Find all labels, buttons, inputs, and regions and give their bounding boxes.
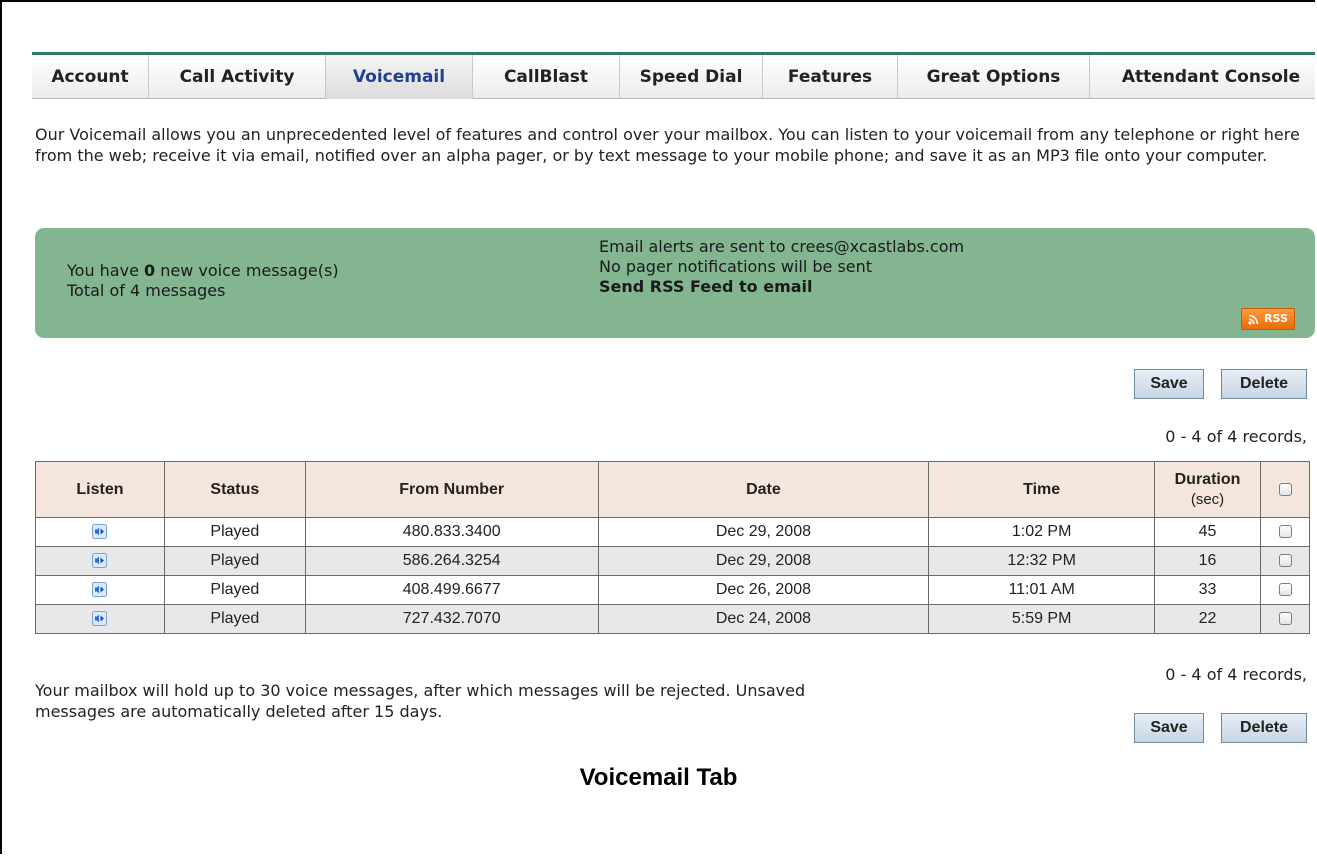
play-audio-icon[interactable] [92,611,108,627]
header-listen: Listen [35,461,165,518]
date-cell: Dec 26, 2008 [597,575,930,605]
total-messages: Total of 4 messages [67,281,226,300]
tab-features[interactable]: Features [763,55,898,99]
email-alert-text: Email alerts are sent to crees@xcastlabs… [599,237,965,256]
tab-callblast[interactable]: CallBlast [473,55,620,99]
new-message-prefix: You have [67,261,145,280]
row-checkbox[interactable] [1278,554,1292,568]
table-header-row: Listen Status From Number Date Time Dura… [35,461,1310,518]
rss-email-link[interactable]: Send RSS Feed to email [599,277,964,297]
message-counts: You have 0 new voice message(s) Total of… [67,261,339,301]
table-row: Played 586.264.3254 Dec 29, 2008 12:32 P… [35,546,1310,576]
date-cell: Dec 24, 2008 [597,604,930,634]
row-checkbox[interactable] [1278,525,1292,539]
new-message-line: You have 0 new voice message(s) [67,261,339,281]
select-cell [1260,546,1310,576]
row-checkbox[interactable] [1278,583,1292,597]
header-date: Date [597,461,930,518]
header-status: Status [163,461,306,518]
tab-attendant-console[interactable]: Attendant Console [1090,55,1315,99]
new-message-count: 0 [144,261,156,280]
rss-button[interactable]: RSS [1241,308,1295,330]
save-button-top[interactable]: Save [1134,369,1204,399]
delete-button-top[interactable]: Delete [1221,369,1307,399]
duration-cell: 22 [1154,604,1261,634]
from-number-cell: 586.264.3254 [304,546,599,576]
row-checkbox[interactable] [1278,612,1292,626]
records-count-top: 0 - 4 of 4 records, [1165,427,1307,446]
new-message-suffix: new voice message(s) [155,261,339,280]
from-number-cell: 480.833.3400 [304,517,599,547]
records-count-bottom: 0 - 4 of 4 records, [1165,665,1307,684]
header-time: Time [928,461,1156,518]
header-select-all [1260,461,1310,518]
header-from-number: From Number [304,461,599,518]
summary-panel: You have 0 new voice message(s) Total of… [35,228,1315,338]
listen-cell [35,575,165,605]
rss-icon [1248,314,1259,325]
status-cell: Played [163,575,306,605]
tab-bar: Account Call Activity Voicemail CallBlas… [32,52,1315,99]
header-duration: Duration (sec) [1154,461,1261,518]
duration-cell: 45 [1154,517,1261,547]
voicemail-table: Listen Status From Number Date Time Dura… [35,461,1310,634]
listen-cell [35,604,165,634]
table-row: Played 727.432.7070 Dec 24, 2008 5:59 PM… [35,604,1310,634]
from-number-cell: 727.432.7070 [304,604,599,634]
rss-badge-label: RSS [1264,312,1288,325]
status-cell: Played [163,604,306,634]
listen-cell [35,546,165,576]
listen-cell [35,517,165,547]
delete-button-bottom[interactable]: Delete [1221,713,1307,743]
table-row: Played 408.499.6677 Dec 26, 2008 11:01 A… [35,575,1310,605]
select-all-checkbox[interactable] [1278,482,1292,496]
header-duration-label: Duration [1174,470,1241,488]
duration-cell: 16 [1154,546,1261,576]
pager-text: No pager notifications will be sent [599,257,873,276]
time-cell: 11:01 AM [928,575,1156,605]
tab-voicemail[interactable]: Voicemail [326,55,473,99]
figure-caption: Voicemail Tab [579,764,738,791]
header-duration-unit: (sec) [1190,490,1225,508]
from-number-cell: 408.499.6677 [304,575,599,605]
select-cell [1260,517,1310,547]
date-cell: Dec 29, 2008 [597,517,930,547]
table-row: Played 480.833.3400 Dec 29, 2008 1:02 PM… [35,517,1310,547]
select-cell [1260,575,1310,605]
tab-great-options[interactable]: Great Options [898,55,1090,99]
time-cell: 1:02 PM [928,517,1156,547]
notification-settings: Email alerts are sent to crees@xcastlabs… [599,237,964,297]
time-cell: 12:32 PM [928,546,1156,576]
tab-list: Account Call Activity Voicemail CallBlas… [32,55,1315,99]
play-audio-icon[interactable] [92,582,108,598]
status-cell: Played [163,517,306,547]
tab-call-activity[interactable]: Call Activity [149,55,326,99]
tab-account[interactable]: Account [32,55,149,99]
intro-text: Our Voicemail allows you an unprecedente… [35,125,1300,165]
play-audio-icon[interactable] [92,553,108,569]
save-button-bottom[interactable]: Save [1134,713,1204,743]
date-cell: Dec 29, 2008 [597,546,930,576]
tab-speed-dial[interactable]: Speed Dial [620,55,763,99]
time-cell: 5:59 PM [928,604,1156,634]
play-audio-icon[interactable] [92,524,108,540]
page-frame: Account Call Activity Voicemail CallBlas… [0,0,1315,854]
mailbox-limit-note: Your mailbox will hold up to 30 voice me… [35,681,806,721]
duration-cell: 33 [1154,575,1261,605]
select-cell [1260,604,1310,634]
status-cell: Played [163,546,306,576]
